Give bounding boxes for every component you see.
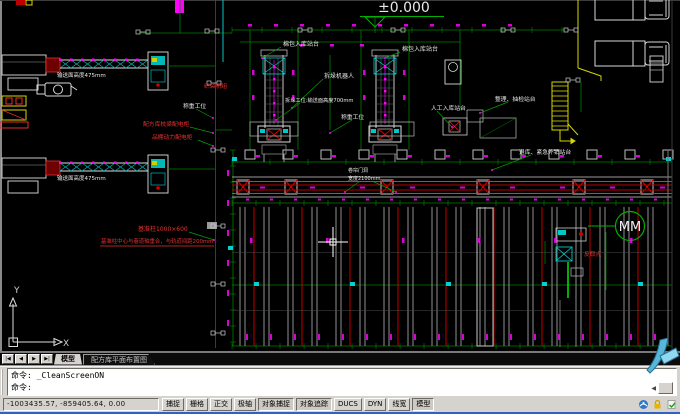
autocad-window: ±0.000 MM	[0, 0, 680, 414]
status-toggle-group: 捕捉栅格正交极轴对象捕捉对象追踪DUCSDYN线宽模型	[162, 398, 434, 411]
statusbar-toggle-osnap[interactable]: 对象捕捉	[258, 398, 294, 411]
coordinate-display: -1003435.57, -859405.64, 0.00	[3, 398, 159, 411]
statusbar-toggle-ortho[interactable]: 正交	[210, 398, 232, 411]
datum-note-label: 基准柱中心与巷道轴重合，与轨道间距200mm	[101, 237, 213, 245]
depal-robot-label: 拆垛机器人	[324, 72, 354, 80]
drawing-canvas[interactable]: ±0.000 MM	[0, 0, 680, 353]
conveyor-height-2-label: 输送面高度475mm	[57, 174, 106, 182]
elevator-towers	[258, 50, 401, 162]
statusbar-toggle-polar[interactable]: 极轴	[234, 398, 256, 411]
crosshair-cursor	[318, 227, 348, 257]
pick-point-label: 反取点	[584, 250, 602, 258]
stairs-symbol	[552, 0, 601, 144]
cyan-markers	[228, 157, 671, 286]
manual-inbound-label: 人工入库站台	[431, 104, 466, 112]
ucs-y-label: Y	[13, 286, 20, 296]
ucs-icon: Y X	[9, 286, 69, 349]
datum-column-label: 基准柱1000×600	[138, 225, 188, 233]
status-bar: -1003435.57, -859405.64, 0.00 捕捉栅格正交极轴对象…	[0, 397, 680, 412]
platform-symbols	[100, 56, 663, 246]
tab-model[interactable]: 模型	[54, 354, 82, 365]
weigh-station-left-label: 称重工位	[183, 102, 206, 110]
rack-field	[237, 150, 673, 346]
return-platform-label: 退库、紧急外销站台	[519, 148, 571, 156]
status-tray	[638, 399, 677, 410]
mm-bubble: MM	[588, 212, 645, 241]
depal-station-label: 拆垛工位:输送面高度700mm	[285, 96, 353, 104]
tab-prev-icon[interactable]: ◀	[15, 354, 27, 364]
statusbar-toggle-lwt[interactable]: 线宽	[388, 398, 410, 411]
statusbar-toggle-ducs[interactable]: DUCS	[334, 398, 362, 411]
mm-bubble-label: MM	[619, 220, 641, 235]
conveyor-height-1-label: 输送面高度475mm	[57, 71, 106, 79]
command-input-area[interactable]: 命令: _CleanScreenON 命令:	[7, 368, 677, 396]
command-scroll-corner: ◀	[651, 382, 673, 394]
elevation-value: ±0.000	[378, 0, 430, 16]
ucs-x-label: X	[63, 339, 69, 349]
statusbar-toggle-model[interactable]: 模型	[412, 398, 434, 411]
statusbar-toggle-otrack[interactable]: 对象追踪	[296, 398, 332, 411]
trusted-drawing-icon[interactable]	[666, 399, 677, 410]
door-opening-line2-label: 宽度2100mm	[348, 175, 381, 182]
toolbar-lock-icon[interactable]	[652, 399, 663, 410]
scrollbar-thumb[interactable]	[658, 382, 673, 394]
bag-machine-label: 织袋机组	[204, 82, 227, 90]
tab-layout-plan[interactable]: 配方库平面布置图	[83, 354, 155, 365]
layout-tab-bar: |◀ ◀ ▶ ▶| 模型 配方库平面布置图	[0, 353, 680, 366]
scroll-left-icon[interactable]: ◀	[651, 385, 656, 392]
statusbar-toggle-grid[interactable]: 栅格	[186, 398, 208, 411]
statusbar-toggle-snap[interactable]: 捕捉	[162, 398, 184, 411]
annotation-labels: 输送面高度475mm输送面高度475mm棉包入库站台棉包入库站台拆垛机器人拆垛工…	[57, 40, 602, 258]
stairs-rungs	[552, 86, 568, 126]
bale-inbound-left-label: 棉包入库站台	[283, 40, 319, 48]
statusbar-toggle-dyn[interactable]: DYN	[364, 398, 387, 411]
command-history-line: 命令: _CleanScreenON	[11, 370, 676, 382]
command-window: 命令: _CleanScreenON 命令: ◀	[0, 366, 680, 398]
elevation-marker: ±0.000	[360, 0, 444, 27]
recipe-power-cabinet-label: 配方库枕梁配电柜	[143, 120, 190, 128]
bale-inbound-right-label: 棉包入库站台	[402, 45, 438, 53]
tab-first-icon[interactable]: |◀	[2, 354, 14, 364]
pick-station-cluster	[545, 228, 606, 347]
tab-last-icon[interactable]: ▶|	[41, 354, 53, 364]
communication-center-icon[interactable]	[638, 399, 649, 410]
command-prompt-line: 命令:	[11, 382, 676, 394]
sorting-platform-label: 整理、抽检站台	[495, 95, 536, 103]
canopy-power-cabinet-label: 品棚动力配电柜	[152, 133, 193, 141]
autocad-logo	[646, 334, 680, 374]
weigh-station-right-label: 称重工位	[341, 113, 364, 121]
door-opening-line1-label: 卷帘门洞	[348, 167, 368, 174]
tab-next-icon[interactable]: ▶	[28, 354, 40, 364]
